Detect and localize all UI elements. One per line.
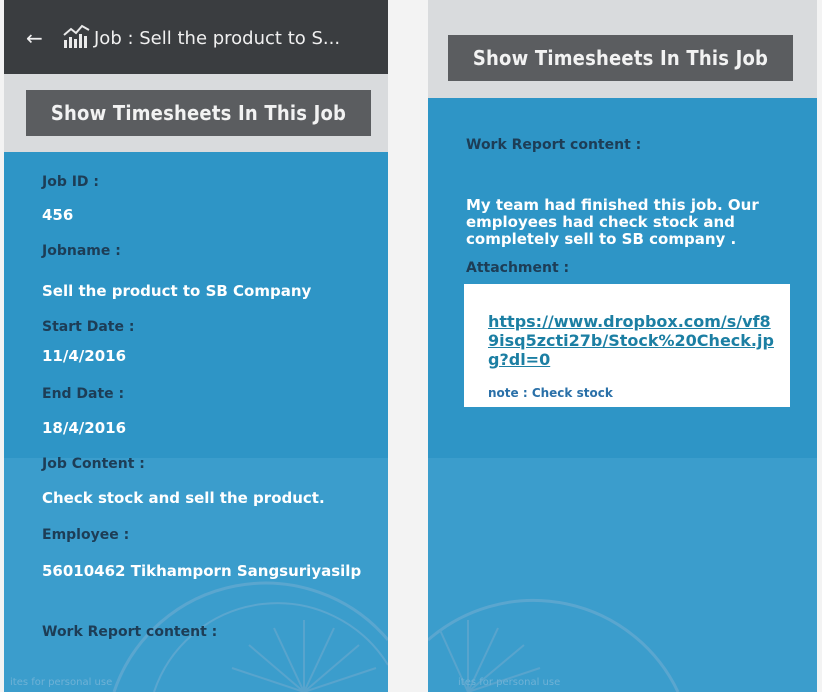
chart-icon — [62, 24, 92, 52]
job-content-label: Job Content : — [42, 456, 145, 472]
employee-label: Employee : — [42, 527, 130, 543]
attachment-link[interactable]: https://www.dropbox.com/s/vf89isq5zcti27… — [488, 312, 778, 369]
footer-faint-text: ites for personal use — [10, 677, 113, 688]
job-id-value: 456 — [42, 206, 74, 224]
show-timesheets-button[interactable]: Show Timesheets In This Job — [448, 35, 793, 81]
work-report-label: Work Report content : — [466, 137, 642, 153]
attachment-box: https://www.dropbox.com/s/vf89isq5zcti27… — [464, 284, 790, 407]
start-date-value: 11/4/2016 — [42, 347, 127, 365]
work-report-label: Work Report content : — [42, 624, 218, 640]
page-title: Job : Sell the product to S... — [94, 28, 341, 49]
end-date-label: End Date : — [42, 386, 125, 402]
work-report-screen: Show Timesheets In This Job Work Report … — [428, 0, 817, 692]
end-date-value: 18/4/2016 — [42, 419, 127, 437]
app-bar: ← Job : Sell the product to S... — [4, 0, 388, 74]
start-date-label: Start Date : — [42, 319, 135, 335]
footer-faint-text: ites for personal use — [458, 677, 561, 688]
show-timesheets-button[interactable]: Show Timesheets In This Job — [26, 90, 371, 136]
back-arrow-icon[interactable]: ← — [26, 28, 43, 48]
job-detail-screen: ← Job : Sell the product to S... Show Ti… — [4, 0, 388, 692]
attachment-label: Attachment : — [466, 260, 570, 276]
work-report-text: My team had finished this job. Our emplo… — [466, 196, 759, 248]
job-content-value: Check stock and sell the product. — [42, 489, 325, 507]
job-id-label: Job ID : — [42, 174, 100, 190]
attachment-note: note : Check stock — [488, 386, 613, 400]
jobname-value: Sell the product to SB Company — [42, 282, 312, 300]
employee-value: 56010462 Tikhamporn Sangsuriyasilp — [42, 562, 362, 580]
jobname-label: Jobname : — [42, 243, 121, 259]
watermark-seal-icon — [428, 598, 680, 692]
